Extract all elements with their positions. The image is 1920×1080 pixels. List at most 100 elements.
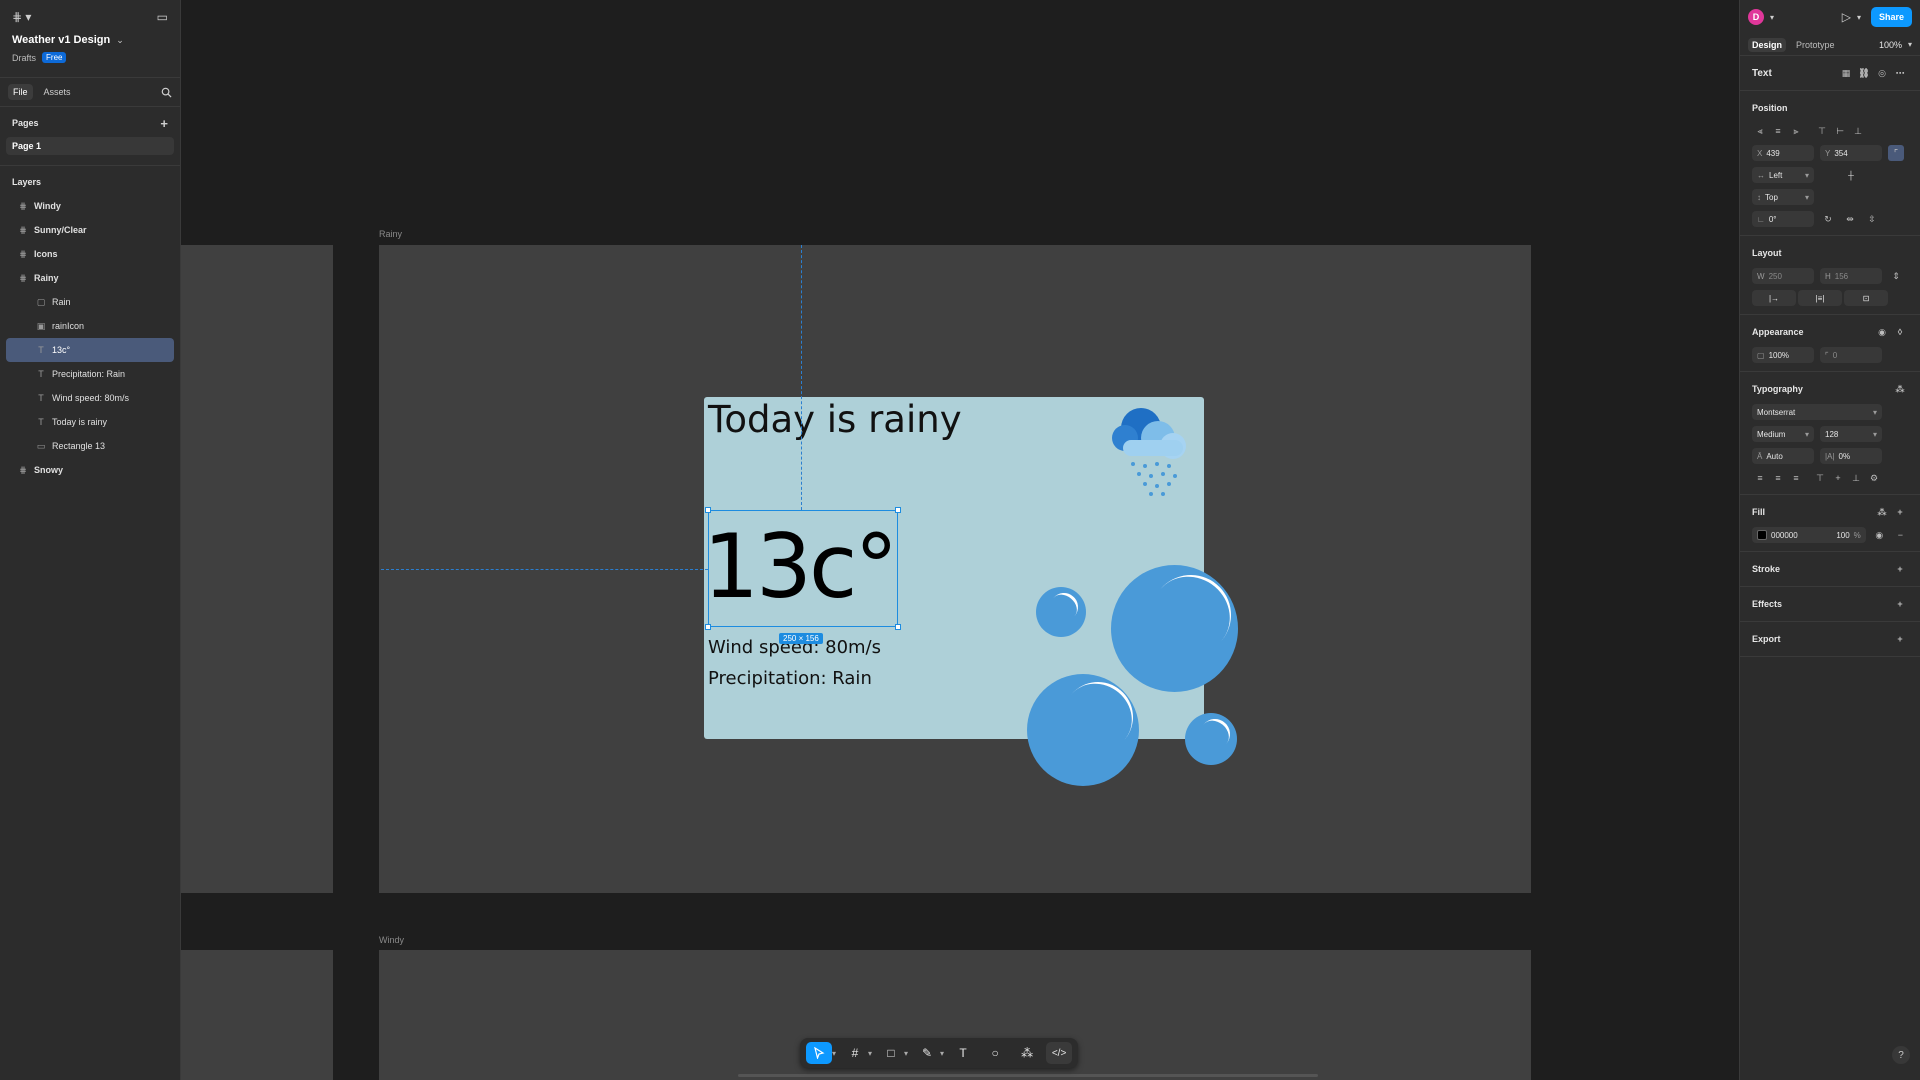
vertical-constraint-select[interactable]: ↕ Top ▾ — [1752, 189, 1814, 205]
align-top-icon[interactable]: ⊤ — [1814, 123, 1830, 139]
frame-label-windy[interactable]: Windy — [379, 935, 404, 945]
layer-item[interactable]: ⋕ Sunny/Clear — [6, 218, 174, 242]
share-button[interactable]: Share — [1870, 7, 1912, 27]
remove-fill-icon[interactable]: − — [1893, 527, 1908, 543]
text-styles-icon[interactable]: ⁂ — [1892, 381, 1908, 397]
rotate-icon[interactable]: ↻ — [1820, 211, 1836, 227]
fill-color-field[interactable]: 000000 100 % — [1752, 527, 1866, 543]
layer-item[interactable]: T Today is rainy — [6, 410, 174, 434]
help-icon[interactable]: ? — [1892, 1046, 1910, 1064]
bubble-large[interactable] — [1111, 558, 1248, 692]
side-frame-bottom[interactable] — [181, 950, 333, 1080]
align-bottom-icon[interactable]: ⊥ — [1850, 123, 1866, 139]
main-menu-icon[interactable]: ⋕ ▾ — [12, 10, 31, 24]
chevron-down-icon[interactable]: ▾ — [1857, 13, 1861, 22]
corner-radius-field[interactable]: ⌜ 0 — [1820, 347, 1882, 363]
file-title[interactable]: Weather v1 Design — [12, 34, 110, 46]
text-align-right-icon[interactable]: ≡ — [1788, 470, 1804, 486]
layer-item[interactable]: ⋕ Windy — [6, 194, 174, 218]
resize-handle-se[interactable] — [895, 624, 901, 630]
horizontal-scrollbar[interactable] — [738, 1074, 1318, 1077]
present-play-icon[interactable]: ▷ — [1842, 10, 1851, 24]
fill-styles-icon[interactable]: ⁂ — [1874, 504, 1890, 520]
bubble-medium[interactable] — [1027, 667, 1148, 786]
constraints-toggle-icon[interactable]: ⌜ — [1888, 145, 1904, 161]
opacity-field[interactable]: ▢ 100% — [1752, 347, 1814, 363]
component-icon[interactable]: ◎ — [1874, 65, 1890, 81]
add-page-icon[interactable]: + — [160, 116, 168, 131]
layer-item[interactable]: ⋕ Snowy — [6, 458, 174, 482]
y-field[interactable]: Y 354 — [1820, 145, 1882, 161]
height-field[interactable]: H 156 — [1820, 268, 1882, 284]
align-right-icon[interactable]: ⫸ — [1788, 123, 1804, 139]
add-stroke-icon[interactable]: + — [1892, 561, 1908, 577]
file-location[interactable]: Drafts — [12, 53, 36, 63]
text-align-middle-icon[interactable]: + — [1830, 470, 1846, 486]
line-height-field[interactable]: Ā Auto — [1752, 448, 1814, 464]
file-title-row[interactable]: Weather v1 Design ⌄ — [0, 34, 180, 46]
align-middle-v-icon[interactable]: ⊢ — [1832, 123, 1848, 139]
tab-design[interactable]: Design — [1748, 37, 1787, 52]
dev-mode-icon[interactable]: </> — [1046, 1042, 1073, 1064]
font-family-select[interactable]: Montserrat ▾ — [1752, 404, 1882, 420]
selection-box[interactable] — [705, 507, 901, 630]
more-icon[interactable]: ⋯ — [1892, 65, 1908, 81]
width-field[interactable]: W 250 — [1752, 268, 1814, 284]
add-fill-icon[interactable]: + — [1892, 504, 1908, 520]
grid-icon[interactable]: ▦ — [1838, 65, 1854, 81]
chevron-down-icon[interactable]: ▾ — [904, 1049, 908, 1058]
add-export-icon[interactable]: + — [1892, 631, 1908, 647]
layer-item[interactable]: ▭ Rectangle 13 — [6, 434, 174, 458]
rain-icon[interactable] — [1103, 400, 1203, 500]
flip-vertical-icon[interactable]: ⇳ — [1864, 211, 1880, 227]
chevron-down-icon[interactable]: ▾ — [868, 1049, 872, 1058]
frame-label-rainy[interactable]: Rainy — [379, 229, 402, 239]
toggle-sidebar-icon[interactable]: ▭ — [157, 10, 168, 24]
fill-swatch[interactable] — [1757, 530, 1767, 540]
font-size-field[interactable]: 128 ▾ — [1820, 426, 1882, 442]
constraint-widget[interactable]: ┼ — [1820, 167, 1882, 183]
font-weight-select[interactable]: Medium ▾ — [1752, 426, 1814, 442]
card-title[interactable]: Today is rainy — [708, 398, 962, 441]
letter-spacing-field[interactable]: |A| 0% — [1820, 448, 1882, 464]
tab-file[interactable]: File — [8, 84, 33, 100]
align-center-h-icon[interactable]: ≡ — [1770, 123, 1786, 139]
text-align-center-icon[interactable]: ≡ — [1770, 470, 1786, 486]
layer-item[interactable]: T Wind speed: 80m/s — [6, 386, 174, 410]
avatar[interactable]: D — [1748, 9, 1764, 25]
resize-options-icon[interactable]: ⇕ — [1888, 268, 1904, 284]
tab-assets[interactable]: Assets — [39, 84, 76, 100]
link-icon[interactable]: ⛓ — [1856, 65, 1872, 81]
align-left-icon[interactable]: ⫷ — [1752, 123, 1768, 139]
chevron-down-icon[interactable]: ⌄ — [116, 35, 124, 46]
layer-item[interactable]: ⋕ Icons — [6, 242, 174, 266]
x-field[interactable]: X 439 — [1752, 145, 1814, 161]
search-icon[interactable] — [161, 87, 172, 98]
actions-tool-icon[interactable]: ⁂ — [1014, 1042, 1040, 1064]
chevron-down-icon[interactable]: ▾ — [1770, 13, 1774, 22]
chevron-down-icon[interactable]: ▾ — [1908, 40, 1912, 49]
fill-visibility-eye-icon[interactable]: ◉ — [1872, 527, 1887, 543]
rectangle-tool-icon[interactable]: □ — [878, 1042, 904, 1064]
layer-item[interactable]: T 13c° — [6, 338, 174, 362]
canvas[interactable]: Rainy Windy Today is rainy 13c° Wind spe… — [181, 0, 1739, 1080]
text-align-bottom-icon[interactable]: ⊥ — [1848, 470, 1864, 486]
bubble-small[interactable] — [1036, 587, 1086, 637]
chevron-down-icon[interactable]: ▾ — [832, 1049, 836, 1058]
move-tool-icon[interactable] — [806, 1042, 832, 1064]
layer-item[interactable]: ▣ rainIcon — [6, 314, 174, 338]
add-effect-icon[interactable]: + — [1892, 596, 1908, 612]
page-item[interactable]: Page 1 — [6, 137, 174, 155]
layer-item[interactable]: ▢ Rain — [6, 290, 174, 314]
resize-handle-nw[interactable] — [705, 507, 711, 513]
auto-width-icon[interactable]: |→ — [1752, 290, 1796, 306]
bubble-tiny[interactable] — [1185, 712, 1237, 765]
zoom-level[interactable]: 100% — [1879, 40, 1902, 50]
precipitation-text[interactable]: Precipitation: Rain — [708, 668, 872, 689]
side-frame-top[interactable] — [181, 245, 333, 893]
pen-tool-icon[interactable]: ✎ — [914, 1042, 940, 1064]
horizontal-constraint-select[interactable]: ↔ Left ▾ — [1752, 167, 1814, 183]
layer-item[interactable]: T Precipitation: Rain — [6, 362, 174, 386]
rotation-field[interactable]: ∟ 0° — [1752, 211, 1814, 227]
chevron-down-icon[interactable]: ▾ — [940, 1049, 944, 1058]
